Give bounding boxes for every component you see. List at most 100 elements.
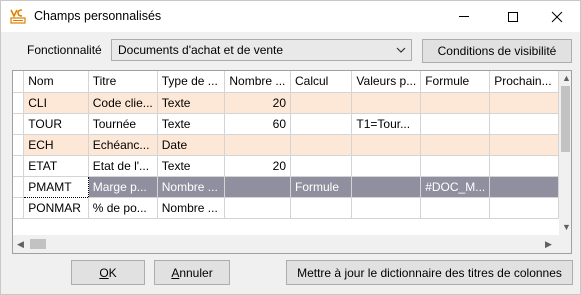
row-indicator (13, 92, 25, 114)
cell-titre[interactable]: Etat de l'... (88, 155, 158, 177)
scroll-left-icon[interactable]: ◀ (17, 239, 24, 250)
row-indicator (13, 155, 25, 177)
column-header[interactable]: Titre (88, 71, 158, 93)
scrollbar-corner (559, 235, 571, 253)
column-header[interactable]: Valeurs p... (351, 71, 422, 93)
cell-valeurs[interactable] (351, 92, 422, 114)
cell-prochain[interactable] (489, 197, 559, 219)
table-row[interactable]: TOUR Tournée Texte 60 T1=Tour... (13, 113, 559, 135)
cell-type[interactable]: Texte (157, 113, 226, 135)
table-row-selected[interactable]: › PMAMT Marge p... Nombre ... Formule #D… (13, 175, 559, 198)
cell-nombre[interactable] (224, 176, 291, 198)
cell-type[interactable]: Date (157, 134, 226, 156)
cell-nom[interactable]: PONMAR (23, 197, 89, 219)
cell-formule[interactable] (420, 155, 491, 177)
horizontal-scrollbar[interactable]: ◀ ▶ (13, 235, 559, 253)
ok-button[interactable]: OK (71, 260, 145, 285)
cell-valeurs[interactable] (351, 134, 422, 156)
scroll-right-icon[interactable]: ▶ (545, 239, 552, 250)
cancel-label: nnuler (179, 265, 213, 280)
table-row[interactable]: ECH Echéanc... Date (13, 134, 559, 156)
cell-formule[interactable] (420, 134, 491, 156)
cell-valeurs[interactable] (351, 176, 422, 198)
cancel-accelerator: A (171, 265, 180, 280)
title-bar: Champs personnalisés (1, 1, 580, 32)
vertical-scrollbar[interactable]: ▲ ▼ (559, 71, 571, 235)
ok-label: K (108, 265, 117, 280)
cell-nom[interactable]: PMAMT (23, 175, 89, 198)
cell-formule[interactable] (420, 197, 491, 219)
custom-fields-grid[interactable]: Nom Titre Type de ... Nombre ... Calcul … (12, 70, 572, 254)
maximize-button[interactable] (490, 1, 536, 32)
cell-titre[interactable]: Code clie... (88, 92, 158, 114)
cell-nom[interactable]: ETAT (23, 155, 89, 177)
cell-nom[interactable]: CLI (23, 92, 89, 114)
cell-formule[interactable] (420, 113, 491, 135)
cell-nombre[interactable] (224, 197, 291, 219)
cell-nombre[interactable]: 20 (224, 155, 291, 177)
column-header[interactable]: Calcul (290, 71, 353, 93)
column-header[interactable]: Formule (420, 71, 491, 93)
cell-calcul[interactable] (290, 113, 353, 135)
ok-accelerator: O (99, 265, 109, 280)
cell-nom[interactable]: TOUR (23, 113, 89, 135)
row-indicator (13, 113, 25, 135)
cell-prochain[interactable] (489, 176, 559, 198)
visibility-conditions-button[interactable]: Conditions de visibilité (422, 39, 572, 63)
chevron-down-icon (396, 47, 406, 53)
cell-prochain[interactable] (489, 155, 559, 177)
minimize-icon (459, 16, 469, 17)
cell-valeurs[interactable] (351, 197, 422, 219)
close-button[interactable] (534, 1, 580, 32)
scroll-down-icon[interactable]: ▼ (562, 222, 571, 232)
table-row[interactable]: PONMAR % de po... Nombre ... (13, 197, 559, 219)
cell-prochain[interactable] (489, 113, 559, 135)
cell-titre[interactable]: % de po... (88, 197, 158, 219)
cell-type[interactable]: Nombre ... (157, 176, 226, 198)
horizontal-scroll-thumb[interactable] (30, 239, 46, 249)
row-indicator-header (13, 71, 25, 93)
cancel-button[interactable]: Annuler (154, 260, 230, 285)
fields-table: Nom Titre Type de ... Nombre ... Calcul … (13, 71, 559, 219)
cell-titre[interactable]: Echéanc... (88, 134, 158, 156)
cell-calcul[interactable] (290, 134, 353, 156)
row-indicator (13, 134, 25, 156)
cell-formule[interactable] (420, 92, 491, 114)
cell-calcul[interactable] (290, 197, 353, 219)
cell-titre[interactable]: Marge p... (88, 176, 158, 198)
cell-nombre[interactable]: 60 (224, 113, 291, 135)
update-dictionary-button[interactable]: Mettre à jour le dictionnaire des titres… (286, 260, 573, 285)
column-header[interactable]: Nombre ... (224, 71, 291, 93)
functionality-select[interactable]: Documents d'achat et de vente (111, 39, 412, 61)
cell-nombre[interactable] (224, 134, 291, 156)
cell-type[interactable]: Texte (157, 155, 226, 177)
cell-nombre[interactable]: 20 (224, 92, 291, 114)
maximize-icon (508, 11, 518, 22)
cell-type[interactable]: Texte (157, 92, 226, 114)
column-header[interactable]: Nom (23, 71, 89, 93)
cell-calcul[interactable] (290, 92, 353, 114)
header-row: Nom Titre Type de ... Nombre ... Calcul … (13, 71, 559, 93)
cell-prochain[interactable] (489, 134, 559, 156)
cell-formule[interactable]: #DOC_M... (420, 176, 491, 198)
vertical-scroll-thumb[interactable] (561, 86, 570, 152)
functionality-value: Documents d'achat et de vente (118, 43, 284, 57)
cell-titre[interactable]: Tournée (88, 113, 158, 135)
grid-viewport: Nom Titre Type de ... Nombre ... Calcul … (13, 71, 559, 235)
current-row-indicator-icon: › (13, 176, 25, 198)
column-header[interactable]: Prochain... (489, 71, 559, 93)
column-header[interactable]: Type de ... (157, 71, 226, 93)
dialog-window: Champs personnalisés Fonctionnalité Docu… (0, 0, 581, 295)
cell-nom[interactable]: ECH (23, 134, 89, 156)
cell-valeurs[interactable]: T1=Tour... (351, 113, 422, 135)
table-row[interactable]: CLI Code clie... Texte 20 (13, 92, 559, 114)
cell-calcul[interactable] (290, 155, 353, 177)
cell-calcul[interactable]: Formule (290, 176, 353, 198)
table-row[interactable]: ETAT Etat de l'... Texte 20 (13, 155, 559, 177)
cell-type[interactable]: Nombre ... (157, 197, 226, 219)
cell-prochain[interactable] (489, 92, 559, 114)
cell-valeurs[interactable] (351, 155, 422, 177)
window-title: Champs personnalisés (34, 9, 162, 23)
scroll-up-icon[interactable]: ▲ (562, 73, 571, 83)
minimize-button[interactable] (441, 1, 487, 32)
